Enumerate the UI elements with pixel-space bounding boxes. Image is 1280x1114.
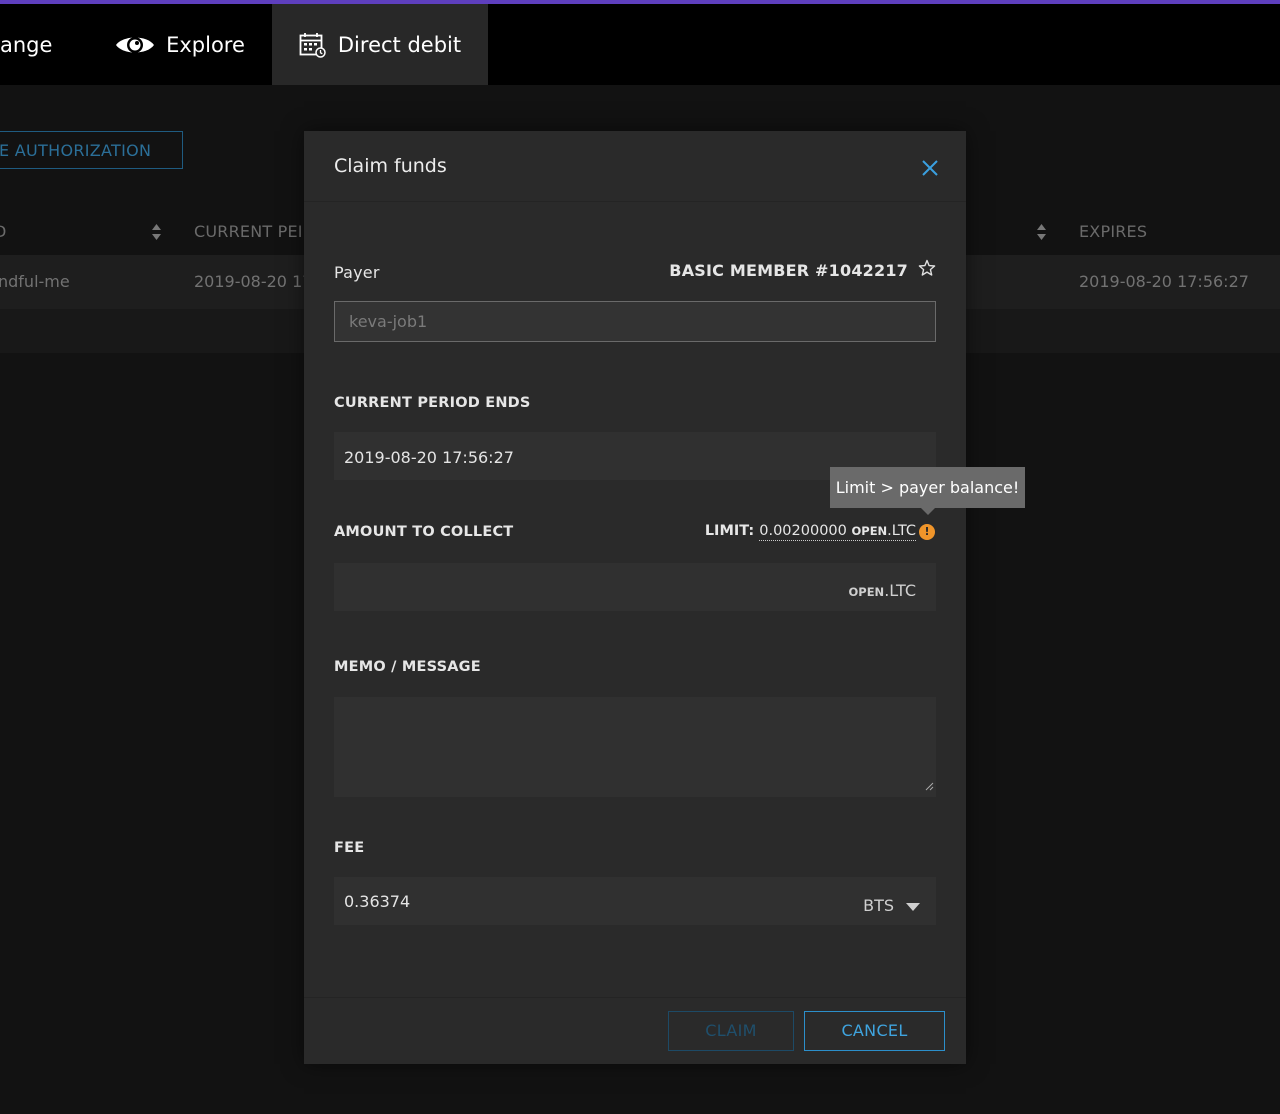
- nav-item-label: ange: [0, 32, 53, 57]
- star-icon[interactable]: [918, 259, 936, 281]
- authorization-button[interactable]: E AUTHORIZATION: [0, 131, 183, 169]
- column-header[interactable]: D: [0, 222, 7, 241]
- calendar-icon: [299, 32, 326, 58]
- sort-icon[interactable]: [1036, 223, 1047, 245]
- claim-funds-modal: Claim funds Payer BASIC MEMBER #1042217 …: [304, 131, 966, 1064]
- memo-label: MEMO / MESSAGE: [334, 659, 481, 675]
- column-header[interactable]: CURRENT PEI: [194, 222, 303, 241]
- limit-warning-tooltip: Limit > payer balance!: [830, 467, 1025, 508]
- amount-input[interactable]: OPEN.LTC: [334, 563, 936, 611]
- table-cell: 2019-08-20 17: [194, 272, 313, 291]
- caret-down-icon: [906, 896, 920, 915]
- modal-footer: CLAIM CANCEL: [304, 997, 966, 1065]
- fee-value: 0.36374: [344, 892, 411, 911]
- nav-item-explore[interactable]: Explore: [90, 4, 270, 85]
- limit-label: LIMIT:: [704, 523, 755, 539]
- modal-header: Claim funds: [304, 131, 966, 202]
- sort-icon[interactable]: [151, 223, 162, 245]
- payer-input[interactable]: [334, 301, 936, 342]
- close-icon[interactable]: [918, 156, 942, 180]
- fee-asset-label: BTS: [863, 896, 894, 915]
- cancel-button[interactable]: CANCEL: [804, 1011, 945, 1051]
- limit-value[interactable]: 0.00200000 OPEN.LTC: [759, 523, 916, 541]
- tooltip-arrow: [921, 508, 935, 515]
- fee-label: FEE: [334, 840, 365, 856]
- membership-badge: BASIC MEMBER #1042217: [669, 261, 908, 280]
- fee-asset-select[interactable]: BTS: [863, 896, 920, 915]
- amount-asset: OPEN.LTC: [848, 581, 917, 600]
- payer-label: Payer: [334, 263, 380, 282]
- nav-item-label: Explore: [166, 32, 245, 57]
- warning-icon[interactable]: !: [919, 524, 935, 540]
- limit-display: LIMIT: 0.00200000 OPEN.LTC: [704, 523, 916, 541]
- fee-field: 0.36374 BTS: [334, 877, 936, 925]
- nav-item-exchange[interactable]: ange: [0, 4, 80, 85]
- column-header[interactable]: EXPIRES: [1079, 222, 1147, 241]
- top-navigation: ange Explore Direct debit: [0, 4, 1280, 85]
- claim-button[interactable]: CLAIM: [668, 1011, 794, 1051]
- period-value: 2019-08-20 17:56:27: [344, 448, 514, 467]
- eye-icon: [115, 32, 155, 58]
- table-cell: 2019-08-20 17:56:27: [1079, 272, 1249, 291]
- modal-title: Claim funds: [334, 155, 447, 177]
- table-cell: ndful-me: [0, 272, 70, 291]
- amount-label: AMOUNT TO COLLECT: [334, 524, 514, 540]
- nav-item-label: Direct debit: [337, 32, 462, 57]
- period-label: CURRENT PERIOD ENDS: [334, 395, 531, 411]
- memo-textarea[interactable]: [334, 697, 936, 797]
- resize-grip-icon[interactable]: [924, 776, 934, 795]
- nav-item-direct-debit[interactable]: Direct debit: [272, 4, 488, 85]
